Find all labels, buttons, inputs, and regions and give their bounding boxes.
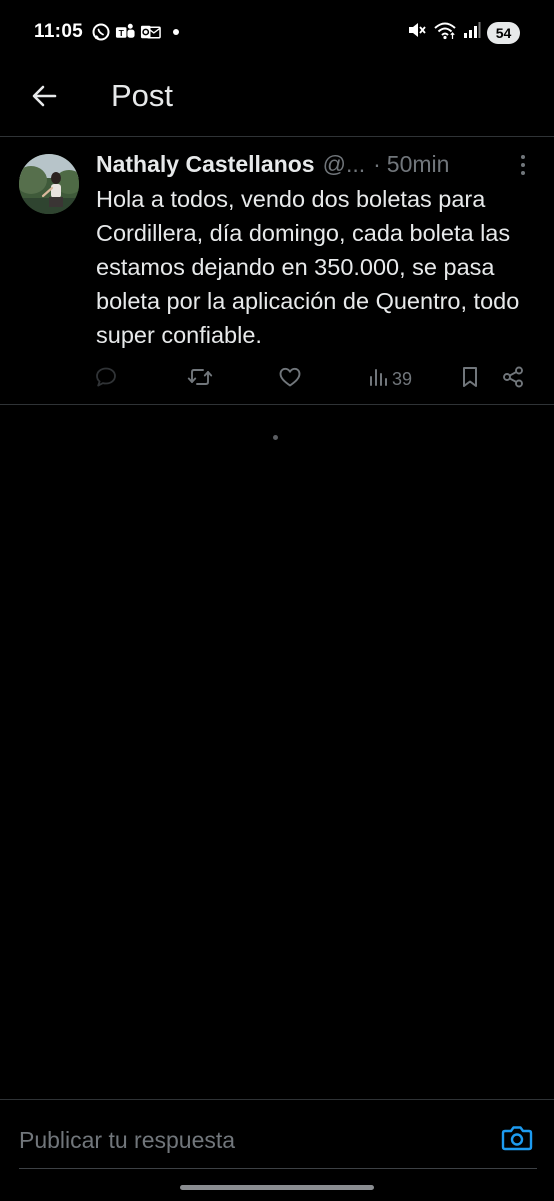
repost-button[interactable] [187, 364, 213, 394]
battery-indicator: 54 [487, 21, 520, 44]
app-header: Post [0, 64, 554, 137]
wifi-icon [433, 20, 457, 45]
views-button[interactable]: 39 [368, 364, 412, 394]
post[interactable]: Nathaly Castellanos @... · 50min Hola a … [0, 137, 554, 405]
page-title: Post [111, 78, 174, 113]
reply-button[interactable] [94, 364, 118, 394]
camera-button[interactable] [500, 1124, 534, 1156]
separator-dot: · [373, 151, 381, 177]
bookmark-button[interactable] [459, 364, 481, 394]
reply-composer: Publicar tu respuesta [0, 1099, 554, 1201]
status-app-icons: T [90, 21, 186, 42]
reply-icon [94, 365, 118, 394]
whatsapp-icon [90, 21, 111, 42]
bookmark-icon [459, 365, 481, 394]
more-options-button[interactable] [512, 154, 534, 180]
outlook-icon [140, 21, 161, 42]
post-actions: 39 [0, 364, 554, 394]
more-vertical-icon [520, 154, 526, 181]
post-text: Hola a todos, vendo dos boletas para Cor… [96, 186, 520, 348]
views-icon [368, 365, 390, 394]
views-count: 39 [392, 368, 413, 389]
author-handle[interactable]: @... [323, 151, 366, 178]
repost-icon [187, 365, 213, 394]
mute-icon [407, 20, 427, 45]
camera-icon [501, 1124, 533, 1157]
like-icon [278, 365, 302, 394]
post-time: 50min [386, 151, 450, 177]
svg-text:T: T [119, 27, 125, 37]
status-system-icons: 54 [407, 20, 520, 45]
home-indicator[interactable] [180, 1185, 374, 1190]
status-time: 11:05 [34, 21, 84, 42]
like-button[interactable] [278, 364, 302, 394]
post-header: Nathaly Castellanos @... · 50min [96, 151, 449, 181]
reply-input[interactable]: Publicar tu respuesta [19, 1127, 235, 1154]
back-button[interactable] [26, 80, 62, 116]
status-bar: 11:05 T 54 [0, 0, 554, 64]
loading-indicator [273, 435, 278, 440]
signal-icon [463, 20, 481, 45]
back-arrow-icon [30, 82, 58, 115]
teams-icon: T [115, 21, 136, 42]
notification-dot-icon [165, 21, 186, 42]
reply-input-underline [19, 1168, 537, 1169]
share-button[interactable] [501, 364, 525, 394]
author-name[interactable]: Nathaly Castellanos [96, 151, 315, 178]
share-icon [501, 365, 525, 394]
avatar[interactable] [19, 154, 79, 214]
